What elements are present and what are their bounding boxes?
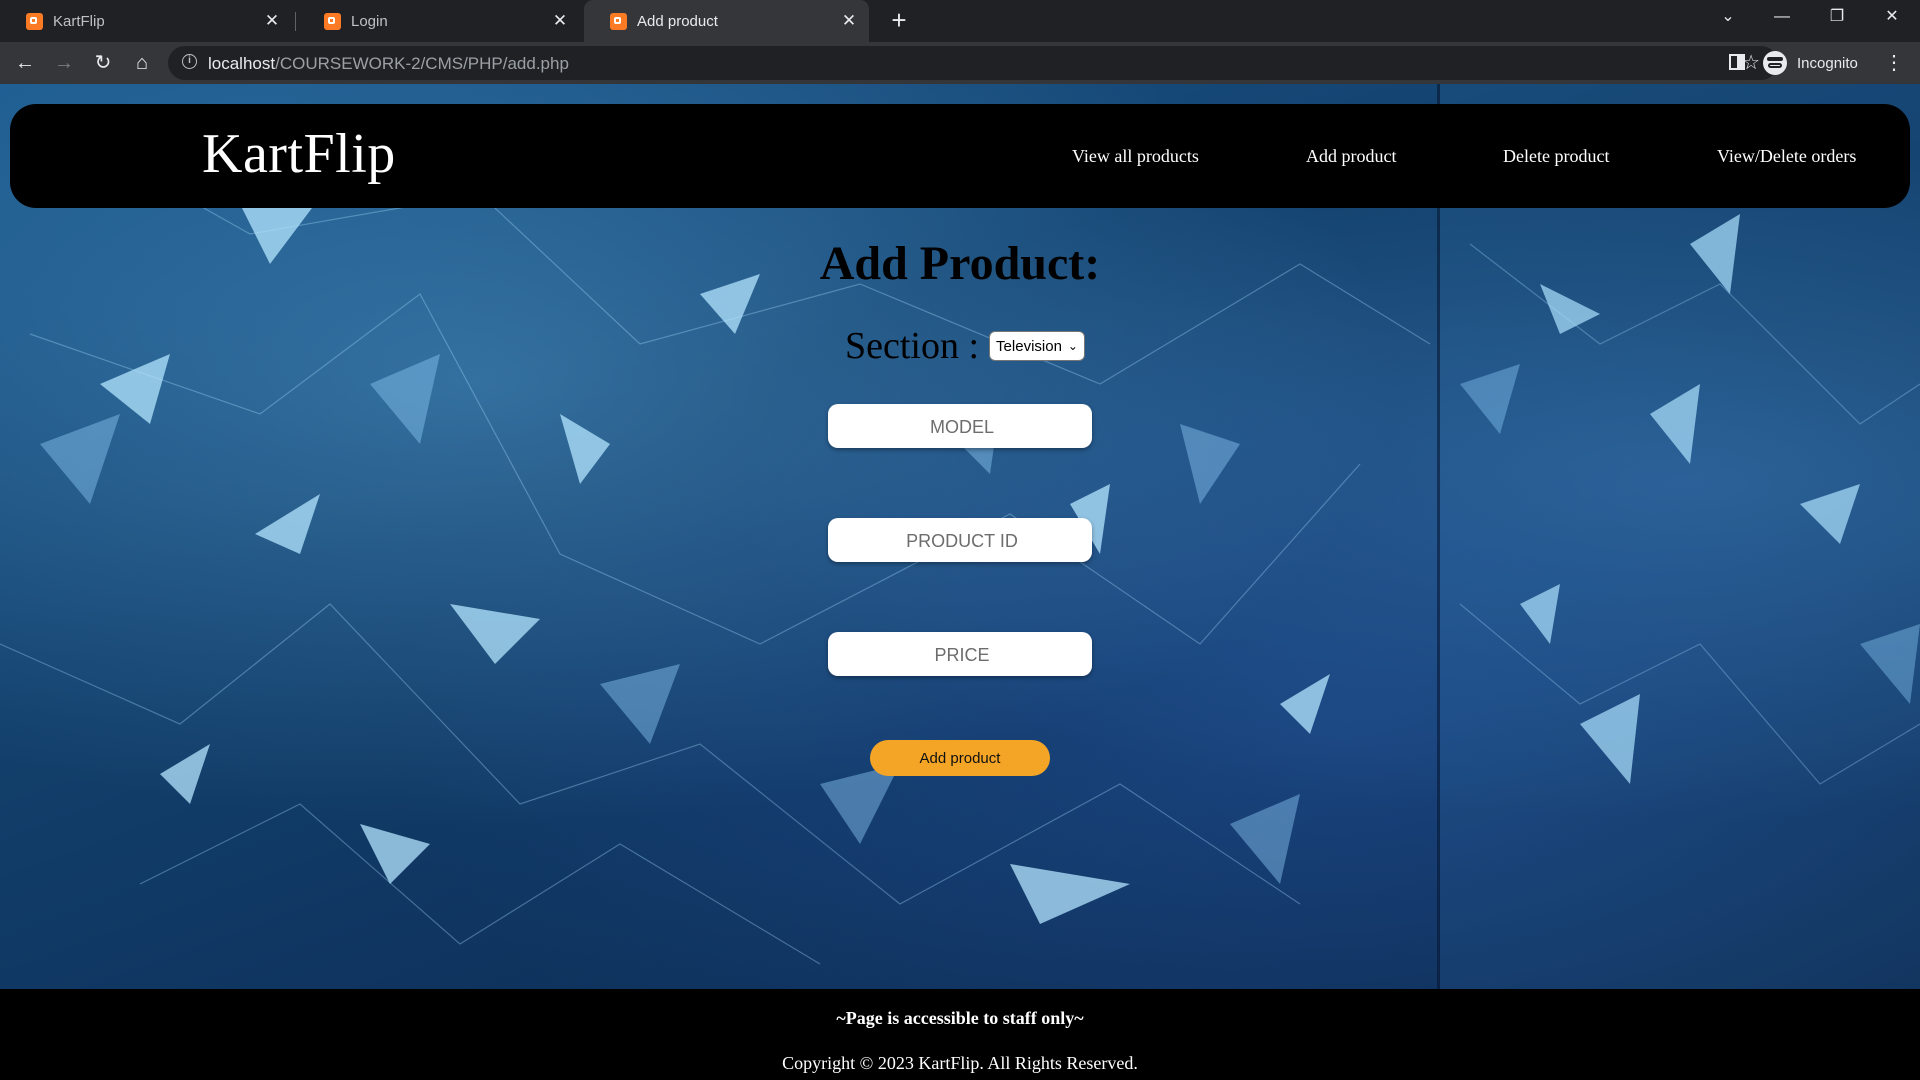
- nav-add-product[interactable]: Add product: [1306, 146, 1396, 167]
- section-label: Section :: [845, 325, 980, 367]
- nav-view-all-products[interactable]: View all products: [1072, 146, 1199, 167]
- site-header: KartFlip View all products Add product D…: [10, 104, 1910, 208]
- close-tab-icon[interactable]: ✕: [262, 11, 282, 31]
- browser-toolbar: ← → ↻ ⌂ i localhost/COURSEWORK-2/CMS/PHP…: [0, 42, 1920, 84]
- product-id-input[interactable]: [828, 518, 1096, 564]
- home-icon[interactable]: ⌂: [127, 48, 157, 78]
- url-host: localhost: [208, 54, 276, 73]
- back-arrow-icon[interactable]: ←: [10, 48, 40, 78]
- background-right-panel: [1440, 84, 1920, 989]
- minimize-window-icon[interactable]: —: [1760, 0, 1804, 36]
- xampp-favicon-icon: [324, 12, 341, 30]
- background-seam: [1437, 84, 1440, 989]
- close-window-icon[interactable]: ✕: [1870, 0, 1914, 36]
- url-text[interactable]: localhost/COURSEWORK-2/CMS/PHP/add.php: [208, 54, 569, 74]
- incognito-icon: [1763, 51, 1787, 75]
- chevron-down-icon: ⌄: [1067, 339, 1078, 353]
- product-id-field-wrapper: [828, 518, 1096, 564]
- new-tab-plus-icon[interactable]: +: [884, 6, 914, 36]
- section-select[interactable]: Television ⌄: [989, 331, 1085, 361]
- site-logo[interactable]: KartFlip: [202, 122, 396, 186]
- tab-title: KartFlip: [53, 12, 105, 30]
- browser-tab-login[interactable]: Login ✕: [298, 0, 580, 42]
- tab-title: Add product: [637, 12, 718, 30]
- reload-icon[interactable]: ↻: [88, 48, 118, 78]
- browser-tab-kartflip[interactable]: KartFlip ✕: [0, 0, 292, 42]
- page-viewport: KartFlip View all products Add product D…: [0, 84, 1920, 1080]
- browser-tab-add-product[interactable]: Add product ✕: [584, 0, 869, 42]
- tab-separator: [295, 12, 296, 31]
- close-tab-icon[interactable]: ✕: [839, 11, 859, 31]
- section-selected-value: Television: [996, 337, 1062, 355]
- xampp-favicon-icon: [610, 12, 627, 30]
- browser-menu-kebab-icon[interactable]: ⋮: [1882, 50, 1906, 76]
- incognito-profile-button[interactable]: Incognito: [1757, 47, 1870, 79]
- price-field-wrapper: [828, 632, 1096, 678]
- section-row: Section : Television ⌄: [845, 324, 1085, 368]
- forward-arrow-icon[interactable]: →: [49, 48, 79, 78]
- browser-tabstrip: KartFlip ✕ Login ✕ Add product ✕ + ⌄ — ❐…: [0, 0, 1920, 42]
- address-bar[interactable]: i localhost/COURSEWORK-2/CMS/PHP/add.php…: [168, 46, 1778, 80]
- site-info-icon[interactable]: i: [182, 54, 197, 69]
- nav-delete-product[interactable]: Delete product: [1503, 146, 1609, 167]
- staff-only-note: ~Page is accessible to staff only~: [836, 1008, 1084, 1028]
- xampp-favicon-icon: [26, 12, 43, 30]
- model-input[interactable]: [828, 404, 1096, 450]
- nav-view-delete-orders[interactable]: View/Delete orders: [1717, 146, 1856, 167]
- close-tab-icon[interactable]: ✕: [550, 11, 570, 31]
- tab-search-chevron-icon[interactable]: ⌄: [1706, 0, 1750, 36]
- url-path: /COURSEWORK-2/CMS/PHP/add.php: [275, 54, 569, 73]
- model-field-wrapper: [828, 404, 1096, 450]
- site-footer: ~Page is accessible to staff only~ Copyr…: [0, 989, 1920, 1080]
- add-product-button[interactable]: Add product: [870, 740, 1050, 776]
- incognito-label: Incognito: [1797, 54, 1858, 72]
- restore-window-icon[interactable]: ❐: [1815, 0, 1859, 36]
- price-input[interactable]: [828, 632, 1096, 678]
- tab-title: Login: [351, 12, 388, 30]
- side-panel-icon[interactable]: [1729, 54, 1745, 70]
- copyright-text: Copyright © 2023 KartFlip. All Rights Re…: [782, 1053, 1138, 1073]
- page-title: Add Product:: [819, 237, 1101, 290]
